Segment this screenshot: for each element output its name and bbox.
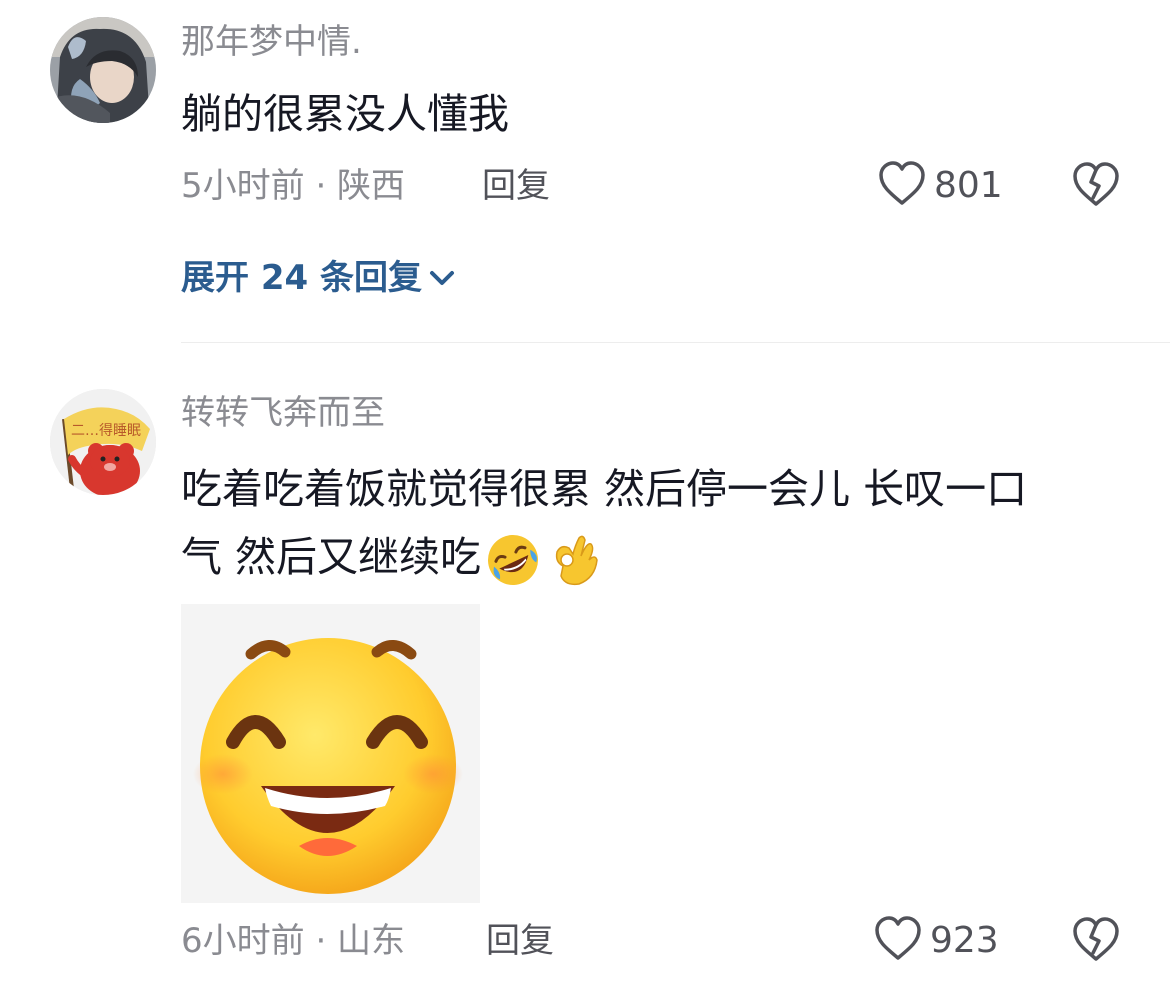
comment-text: 躺的很累没人懂我 [181,90,509,138]
comment-item: 二…得睡眠 转转飞奔而至 吃着吃着饭就觉得很累 然后停一会儿 长叹一口 气 然后… [0,343,1170,991]
dislike-button[interactable] [1072,917,1120,965]
expand-replies-link[interactable]: 展开 24 条回复 [181,258,456,298]
comment-time-location: 5小时前 · 陕西 [181,166,406,206]
avatar[interactable] [50,17,156,123]
like-count: 923 [930,920,999,961]
avatar[interactable]: 二…得睡眠 [50,389,156,495]
reply-button[interactable]: 回复 [482,166,550,206]
reply-button[interactable]: 回复 [486,921,554,961]
ok-hand-emoji [545,532,601,588]
like-count: 801 [934,165,1003,206]
comment-text-line-2-text: 气 然后又继续吃 [181,533,482,581]
comment-time-location: 6小时前 · 山东 [181,921,406,961]
like-button[interactable]: 923 [874,916,999,966]
chevron-down-icon [428,268,456,288]
rolling-laugh-emoji [485,532,541,588]
broken-heart-icon [1072,917,1120,967]
expand-replies-label: 展开 24 条回复 [181,258,422,298]
avatar-flag-text: 二…得睡眠 [71,422,141,439]
comment-username[interactable]: 那年梦中情. [181,22,362,62]
dislike-button[interactable] [1072,162,1120,210]
broken-heart-icon [1072,162,1120,212]
like-button[interactable]: 801 [878,161,1003,211]
comment-text-line-1: 吃着吃着饭就觉得很累 然后停一会儿 长叹一口 [181,465,1028,513]
comment-item: 那年梦中情. 躺的很累没人懂我 5小时前 · 陕西 回复 801 展开 24 条… [0,0,1170,342]
grinning-face-sticker[interactable] [181,604,480,903]
comment-text-line-2: 气 然后又继续吃 [181,523,601,591]
comment-username[interactable]: 转转飞奔而至 [181,393,385,433]
heart-outline-icon [878,161,926,211]
heart-outline-icon [874,916,922,966]
